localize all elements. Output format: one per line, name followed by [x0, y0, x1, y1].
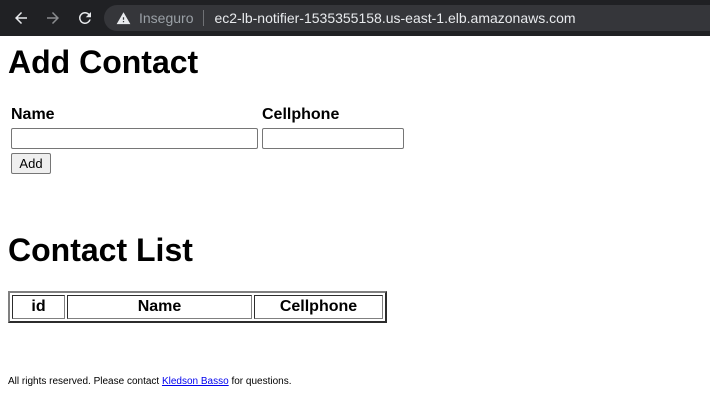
reload-icon[interactable] — [74, 7, 96, 29]
footer-text-after: for questions. — [228, 376, 292, 387]
add-button[interactable]: Add — [11, 153, 51, 174]
column-header-name: Name — [67, 295, 252, 319]
column-header-cellphone: Cellphone — [254, 295, 383, 319]
column-header-id: id — [12, 295, 65, 319]
warning-icon[interactable] — [116, 11, 131, 26]
table-header-row: id Name Cellphone — [12, 295, 383, 319]
contact-table: id Name Cellphone — [8, 291, 387, 323]
name-label: Name — [11, 106, 55, 123]
footer-text-before: All rights reserved. Please contact — [8, 376, 162, 387]
cellphone-input[interactable] — [262, 128, 404, 149]
url-text[interactable]: ec2-lb-notifier-1535355158.us-east-1.elb… — [214, 10, 575, 26]
name-input[interactable] — [11, 128, 258, 149]
add-contact-title: Add Contact — [8, 44, 199, 80]
cellphone-label: Cellphone — [262, 106, 340, 123]
page-content: Add Contact Name Cellphone Add Contact L… — [0, 36, 710, 417]
browser-toolbar: Inseguro ec2-lb-notifier-1535355158.us-e… — [0, 0, 710, 36]
contact-link[interactable]: Kledson Basso — [162, 376, 229, 387]
address-bar[interactable]: Inseguro ec2-lb-notifier-1535355158.us-e… — [104, 5, 710, 31]
security-label[interactable]: Inseguro — [139, 10, 193, 26]
back-arrow-icon[interactable] — [10, 7, 32, 29]
footer: All rights reserved. Please contact Kled… — [8, 376, 292, 387]
contact-list-title: Contact List — [8, 232, 193, 268]
forward-arrow-icon[interactable] — [42, 7, 64, 29]
address-divider — [203, 10, 205, 26]
